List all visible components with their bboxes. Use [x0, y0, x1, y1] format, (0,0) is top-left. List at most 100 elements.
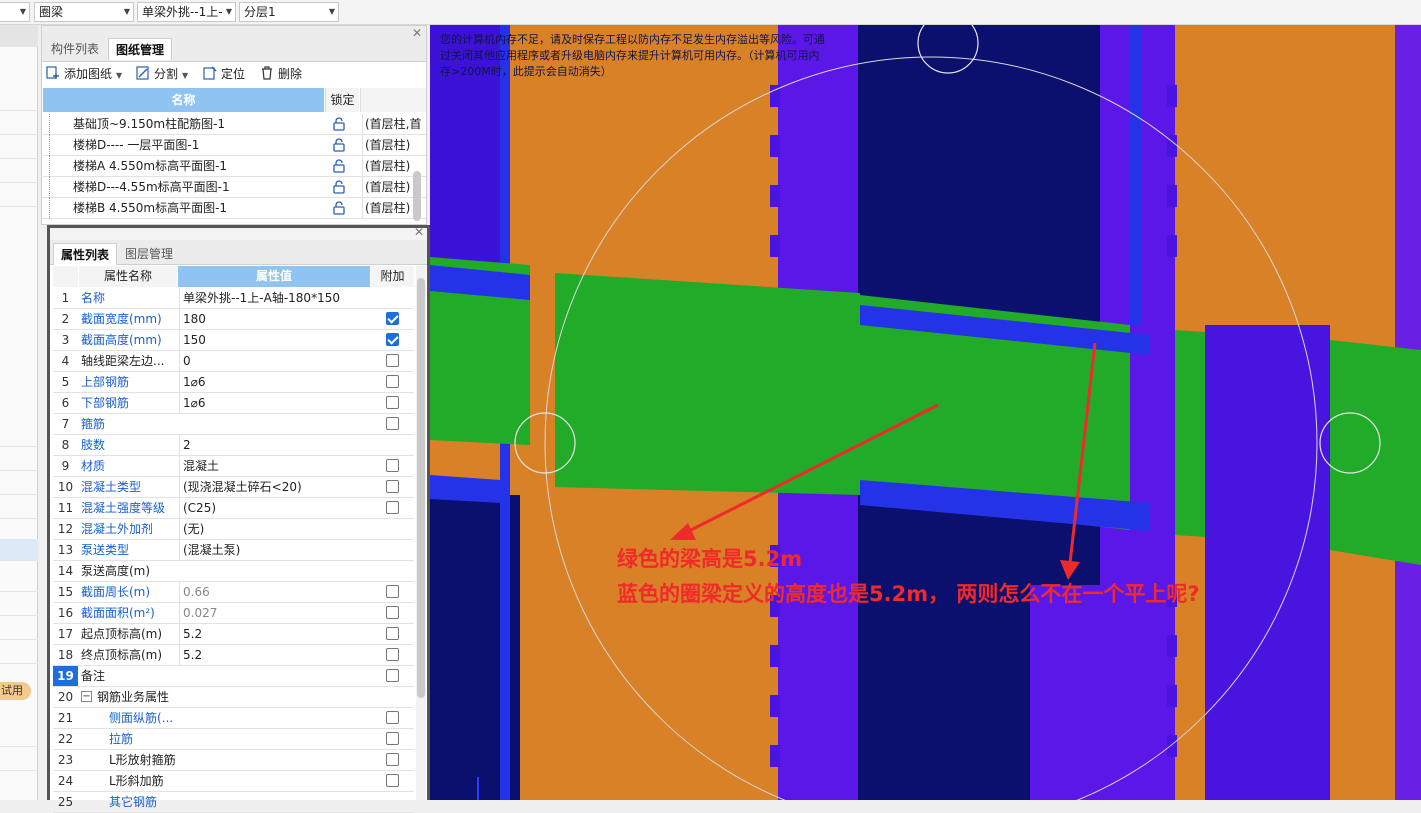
- attach-checkbox[interactable]: [386, 312, 399, 325]
- strip-item[interactable]: [0, 570, 38, 592]
- property-row[interactable]: 8 肢数 2: [53, 435, 414, 456]
- attach-checkbox[interactable]: [386, 396, 399, 409]
- attach-checkbox[interactable]: [386, 333, 399, 346]
- strip-item[interactable]: [0, 185, 38, 207]
- property-scrollbar[interactable]: [416, 266, 426, 801]
- tab-drawing-management[interactable]: 图纸管理: [108, 38, 173, 60]
- lock-icon[interactable]: [332, 138, 346, 152]
- property-value[interactable]: 2: [179, 435, 371, 455]
- collapse-icon[interactable]: −: [81, 691, 92, 702]
- component-type-dropdown[interactable]: 圈梁 ▼: [34, 2, 134, 22]
- column-header-attach[interactable]: 附加: [371, 266, 414, 287]
- attach-checkbox[interactable]: [386, 606, 399, 619]
- property-row[interactable]: 19 备注: [53, 666, 414, 687]
- locate-button[interactable]: 定位: [203, 65, 245, 83]
- drawing-row[interactable]: 楼梯D---- 一层平面图-1 (首层柱): [43, 135, 426, 156]
- strip-item[interactable]: [0, 725, 38, 747]
- strip-item[interactable]: [0, 473, 38, 495]
- column-header-name[interactable]: 名称: [43, 88, 324, 112]
- drawing-row[interactable]: 楼梯A 4.550m标高平面图-1 (首层柱): [43, 156, 426, 177]
- strip-item[interactable]: [0, 594, 38, 616]
- strip-item[interactable]: [0, 161, 38, 183]
- tab-layer-management[interactable]: 图层管理: [118, 243, 180, 265]
- close-icon[interactable]: ✕: [414, 225, 424, 239]
- property-row[interactable]: 1 名称 单梁外挑--1上-A轴-180*150: [53, 288, 414, 309]
- property-row[interactable]: 6 下部钢筋 1⌀6: [53, 393, 414, 414]
- delete-button[interactable]: 删除: [260, 65, 302, 83]
- property-value[interactable]: (混凝土泵): [179, 540, 371, 560]
- property-scroll-thumb[interactable]: [417, 278, 425, 698]
- property-row[interactable]: 14 泵送高度(m): [53, 561, 414, 582]
- lock-icon[interactable]: [332, 117, 346, 131]
- 3d-viewport[interactable]: 您的计算机内存不足，请及时保存工程以防内存不足发生内存溢出等风险。可通过关闭其他…: [430, 25, 1421, 800]
- attach-checkbox[interactable]: [386, 753, 399, 766]
- property-value[interactable]: (无): [179, 519, 371, 539]
- property-row[interactable]: 9 材质 混凝土: [53, 456, 414, 477]
- strip-item[interactable]: [0, 618, 38, 640]
- property-row[interactable]: 23 L形放射箍筋: [53, 750, 414, 771]
- property-value[interactable]: 0.66: [179, 582, 371, 602]
- strip-item[interactable]: [0, 89, 38, 111]
- property-value[interactable]: 1⌀6: [179, 393, 371, 413]
- split-button[interactable]: 分割 ▼: [136, 65, 188, 85]
- strip-item[interactable]: [0, 113, 38, 135]
- add-drawing-button[interactable]: 添加图纸 ▼: [46, 65, 122, 85]
- property-row[interactable]: 4 轴线距梁左边... 0: [53, 351, 414, 372]
- column-header-lock[interactable]: 锁定: [325, 88, 359, 112]
- trial-badge[interactable]: 试用: [0, 682, 31, 700]
- property-row[interactable]: 12 混凝土外加剂 (无): [53, 519, 414, 540]
- attach-checkbox[interactable]: [386, 417, 399, 430]
- property-row[interactable]: 16 截面面积(m²) 0.027: [53, 603, 414, 624]
- attach-checkbox[interactable]: [386, 669, 399, 682]
- property-row[interactable]: 20− 钢筋业务属性: [53, 687, 414, 708]
- strip-item[interactable]: [0, 749, 38, 771]
- property-value[interactable]: 0: [179, 351, 371, 371]
- component-name-dropdown[interactable]: 单梁外挑--1上- ▼: [137, 2, 236, 22]
- strip-item[interactable]: [0, 137, 38, 159]
- drawing-row[interactable]: 楼梯B 4.550m标高平面图-1 (首层柱): [43, 198, 426, 219]
- strip-item-selected[interactable]: [0, 539, 38, 561]
- property-row[interactable]: 18 终点顶标高(m) 5.2: [53, 645, 414, 666]
- property-value[interactable]: 1⌀6: [179, 372, 371, 392]
- tab-property-list[interactable]: 属性列表: [53, 243, 118, 265]
- layer-select-dropdown[interactable]: ▼: [0, 2, 30, 22]
- attach-checkbox[interactable]: [386, 774, 399, 787]
- property-row[interactable]: 25 其它钢筋: [53, 792, 414, 813]
- strip-item[interactable]: [0, 642, 38, 664]
- attach-checkbox[interactable]: [386, 375, 399, 388]
- property-value[interactable]: 0.027: [179, 603, 371, 623]
- property-value[interactable]: 5.2: [179, 624, 371, 644]
- property-row[interactable]: 17 起点顶标高(m) 5.2: [53, 624, 414, 645]
- strip-item[interactable]: [0, 425, 38, 447]
- property-row[interactable]: 5 上部钢筋 1⌀6: [53, 372, 414, 393]
- strip-item[interactable]: [0, 449, 38, 471]
- property-row[interactable]: 10 混凝土类型 (现浇混凝土碎石<20): [53, 477, 414, 498]
- property-row[interactable]: 15 截面周长(m) 0.66: [53, 582, 414, 603]
- sublayer-dropdown[interactable]: 分层1 ▼: [239, 2, 339, 22]
- drawing-row[interactable]: 基础顶~9.150m柱配筋图-1 (首层柱,首: [43, 114, 426, 135]
- property-value[interactable]: (C25): [179, 498, 371, 518]
- attach-checkbox[interactable]: [386, 354, 399, 367]
- column-header-property-value[interactable]: 属性值: [178, 266, 370, 287]
- strip-item[interactable]: [0, 497, 38, 519]
- property-value[interactable]: 单梁外挑--1上-A轴-180*150: [179, 288, 371, 308]
- lock-icon[interactable]: [332, 201, 346, 215]
- property-row[interactable]: 13 泵送类型 (混凝土泵): [53, 540, 414, 561]
- attach-checkbox[interactable]: [386, 585, 399, 598]
- tab-component-list[interactable]: 构件列表: [44, 38, 106, 60]
- property-value[interactable]: (现浇混凝土碎石<20): [179, 477, 371, 497]
- attach-checkbox[interactable]: [386, 480, 399, 493]
- property-row[interactable]: 3 截面高度(mm) 150: [53, 330, 414, 351]
- property-row[interactable]: 24 L形斜加筋: [53, 771, 414, 792]
- attach-checkbox[interactable]: [386, 459, 399, 472]
- property-value[interactable]: 150: [179, 330, 371, 350]
- column-header-extra[interactable]: [360, 88, 426, 112]
- attach-checkbox[interactable]: [386, 648, 399, 661]
- lock-icon[interactable]: [332, 159, 346, 173]
- property-row[interactable]: 11 混凝土强度等级 (C25): [53, 498, 414, 519]
- attach-checkbox[interactable]: [386, 732, 399, 745]
- column-header-property-name[interactable]: 属性名称: [79, 266, 177, 287]
- drawing-scroll-thumb[interactable]: [413, 171, 421, 221]
- property-row[interactable]: 7 箍筋: [53, 414, 414, 435]
- attach-checkbox[interactable]: [386, 501, 399, 514]
